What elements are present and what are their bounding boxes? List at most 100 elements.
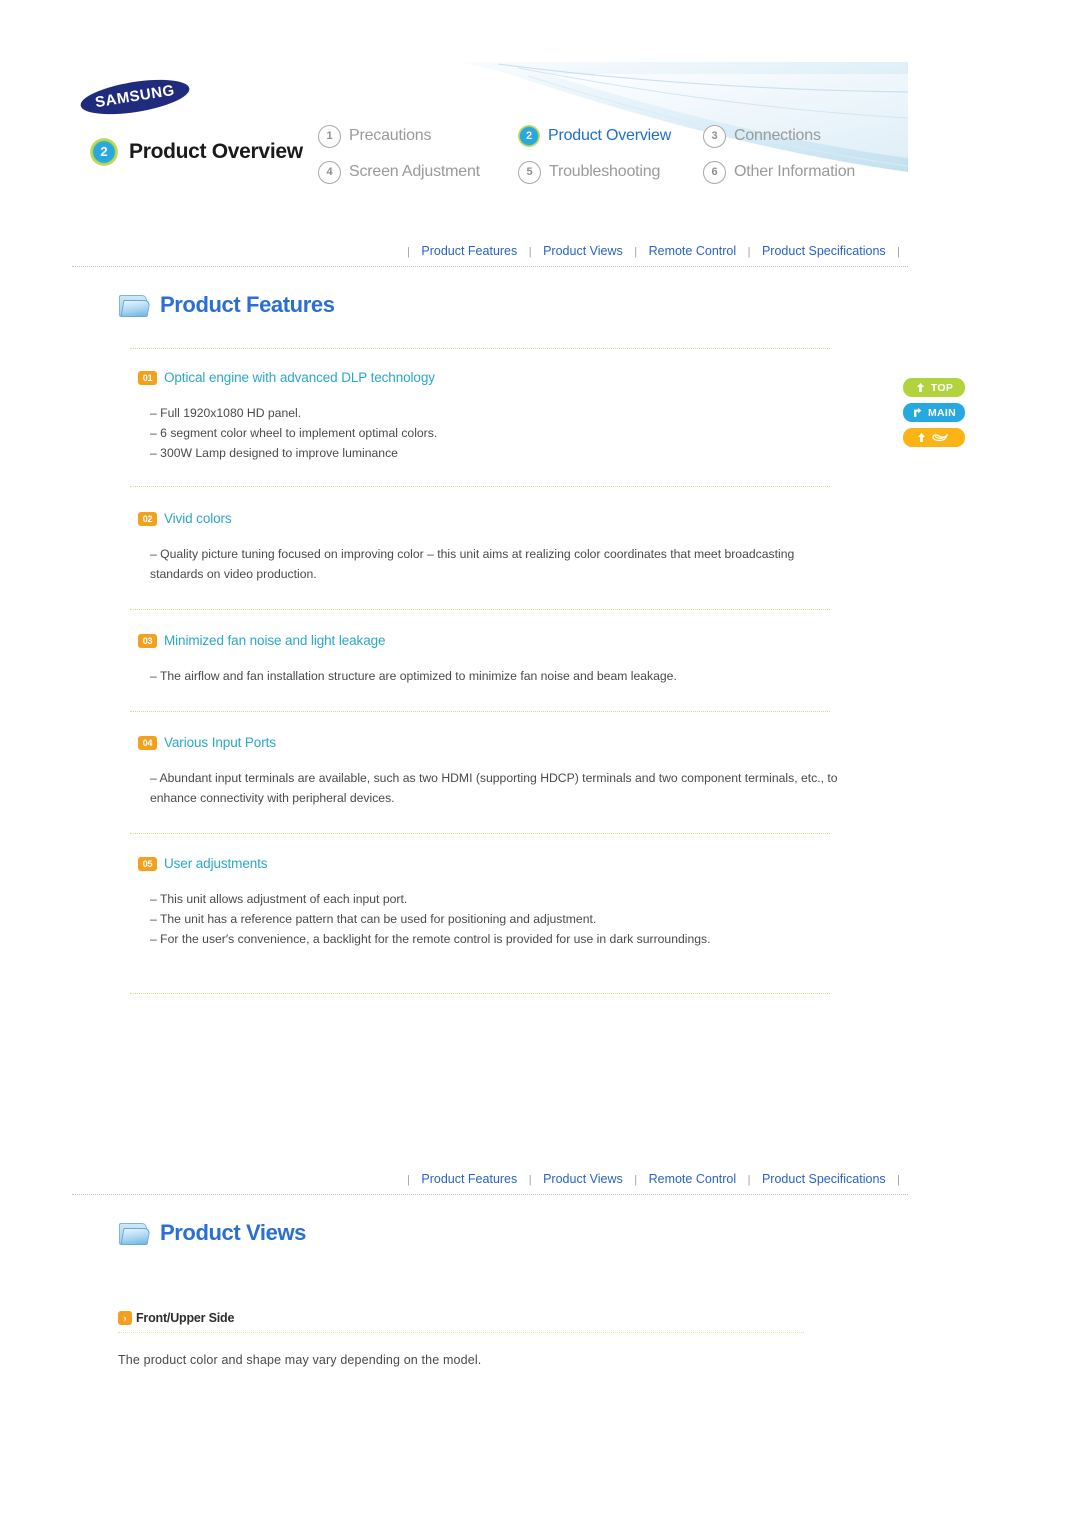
subnav-top-divider — [72, 266, 908, 268]
feature-number-badge: 05 — [138, 856, 157, 871]
feature-heading-row: 05 User adjustments — [138, 856, 838, 871]
side-nav-buttons: TOP MAIN — [903, 378, 967, 453]
chapter-nav-item-connections[interactable]: 3 Connections — [703, 124, 893, 148]
feature-body: – The airflow and fan installation struc… — [150, 666, 838, 686]
feature-line: – For the user′s convenience, a backligh… — [150, 932, 711, 946]
feature-line: – 6 segment color wheel to implement opt… — [150, 426, 438, 440]
feature-block-02: 02 Vivid colors – Quality picture tuning… — [138, 511, 838, 584]
folder-icon-front — [120, 1227, 151, 1245]
feature-line: – 300W Lamp designed to improve luminanc… — [150, 446, 398, 460]
chapter-label: Troubleshooting — [549, 163, 661, 180]
chapter-label: Product Overview — [548, 127, 672, 144]
branch-arrow-icon — [914, 407, 922, 417]
subnav-link-product-specifications[interactable]: Product Specifications — [762, 1172, 886, 1186]
feature-body: – Abundant input terminals are available… — [150, 768, 838, 808]
feature-heading: User adjustments — [164, 856, 268, 871]
chapter-label: Connections — [734, 127, 821, 144]
feature-block-05: 05 User adjustments – This unit allows a… — [138, 856, 838, 949]
main-button[interactable]: MAIN — [903, 403, 965, 422]
feature-divider — [130, 993, 830, 994]
chapter-number-badge: 1 — [318, 124, 341, 148]
link-icon — [931, 434, 948, 442]
subnav-link-remote-control[interactable]: Remote Control — [649, 1172, 737, 1186]
current-chapter-title: Product Overview — [129, 140, 303, 163]
chapter-nav-item-screen-adjustment[interactable]: 4 Screen Adjustment — [318, 160, 518, 184]
feature-divider — [130, 833, 830, 834]
subnav-separator: | — [407, 246, 410, 258]
folder-icon — [118, 1221, 151, 1246]
subnav-separator: | — [747, 246, 751, 258]
feature-number-badge: 04 — [138, 735, 157, 750]
chevron-right-icon: › — [118, 1311, 132, 1325]
chapter-nav-item-precautions[interactable]: 1 Precautions — [318, 124, 518, 148]
main-button-label: MAIN — [927, 406, 957, 419]
subnav-separator: | — [407, 1174, 410, 1186]
feature-block-01: 01 Optical engine with advanced DLP tech… — [138, 370, 838, 463]
subnav-link-product-specifications[interactable]: Product Specifications — [762, 244, 886, 258]
chapter-nav-item-product-overview[interactable]: 2 Product Overview — [518, 125, 703, 147]
samsung-logo: SAMSUNG — [78, 73, 192, 121]
folder-icon-front — [120, 299, 151, 317]
up-arrow-icon — [916, 383, 924, 392]
subnav-link-product-views[interactable]: Product Views — [543, 244, 623, 258]
chapter-number-badge: 6 — [703, 160, 726, 184]
section-title-product-features: Product Features — [118, 292, 335, 318]
chapter-nav-item-troubleshooting[interactable]: 5 Troubleshooting — [518, 160, 703, 184]
chapter-number-badge: 5 — [518, 160, 541, 184]
chapter-number-badge: 4 — [318, 160, 341, 184]
section-title-product-views: Product Views — [118, 1220, 306, 1246]
subnav-separator: | — [897, 1174, 900, 1186]
feature-heading-row: 04 Various Input Ports — [138, 735, 838, 750]
subnav-link-product-views[interactable]: Product Views — [543, 1172, 623, 1186]
chapter-nav: 1 Precautions 2 Product Overview 3 Conne… — [318, 118, 898, 186]
feature-line: – The unit has a reference pattern that … — [150, 912, 597, 926]
folder-icon — [118, 293, 151, 318]
feature-block-04: 04 Various Input Ports – Abundant input … — [138, 735, 838, 808]
subnav-link-remote-control[interactable]: Remote Control — [649, 244, 737, 258]
feature-heading: Optical engine with advanced DLP technol… — [164, 370, 435, 385]
subnav-separator: | — [634, 1174, 638, 1186]
subsection-label: Front/Upper Side — [136, 1311, 235, 1325]
feature-number-badge: 01 — [138, 370, 157, 385]
feature-line: – This unit allows adjustment of each in… — [150, 892, 408, 906]
feature-line: – The airflow and fan installation struc… — [150, 669, 677, 683]
feature-line: – Quality picture tuning focused on impr… — [150, 547, 795, 581]
subnav-top: | Product Features | Product Views | Rem… — [72, 244, 908, 266]
feature-heading-row: 02 Vivid colors — [138, 511, 838, 526]
feature-heading: Various Input Ports — [164, 735, 276, 750]
subsection-divider — [118, 1332, 804, 1333]
feature-heading-row: 03 Minimized fan noise and light leakage — [138, 633, 838, 648]
feature-body: – Full 1920x1080 HD panel. – 6 segment c… — [150, 403, 838, 463]
chapter-number-badge: 3 — [703, 124, 726, 148]
manual-page: SAMSUNG 2 Product Overview 1 Precautions… — [0, 0, 1080, 1528]
feature-heading-row: 01 Optical engine with advanced DLP tech… — [138, 370, 838, 385]
feature-heading: Minimized fan noise and light leakage — [164, 633, 386, 648]
chapter-label: Screen Adjustment — [349, 163, 480, 180]
chapter-label: Other Information — [734, 163, 856, 180]
subnav-link-product-features[interactable]: Product Features — [421, 244, 517, 258]
samsung-logo-wordmark: SAMSUNG — [93, 81, 176, 112]
subnav-link-product-features[interactable]: Product Features — [421, 1172, 517, 1186]
subnav-separator: | — [528, 246, 532, 258]
feature-divider — [130, 609, 830, 610]
subnav-bottom: | Product Features | Product Views | Rem… — [72, 1172, 908, 1194]
subnav-separator: | — [747, 1174, 751, 1186]
feature-line: – Full 1920x1080 HD panel. — [150, 406, 302, 420]
top-button[interactable]: TOP — [903, 378, 965, 397]
chapter-number-badge: 2 — [518, 125, 540, 147]
current-chapter: 2 Product Overview — [90, 138, 303, 166]
subnav-bottom-divider — [72, 1194, 908, 1196]
top-button-label: TOP — [930, 381, 954, 394]
section-divider — [130, 348, 830, 349]
subnav-separator: | — [528, 1174, 532, 1186]
chapter-nav-item-other-information[interactable]: 6 Other Information — [703, 160, 893, 184]
feature-number-badge: 03 — [138, 633, 157, 648]
subsection-front-upper-side: › Front/Upper Side — [118, 1311, 234, 1325]
section-title-text: Product Features — [160, 292, 335, 317]
chapter-label: Precautions — [349, 127, 432, 144]
section-title-text: Product Views — [160, 1220, 306, 1245]
subnav-separator: | — [897, 246, 900, 258]
feature-heading: Vivid colors — [164, 511, 232, 526]
link-button[interactable] — [903, 428, 965, 447]
feature-divider — [130, 711, 830, 712]
